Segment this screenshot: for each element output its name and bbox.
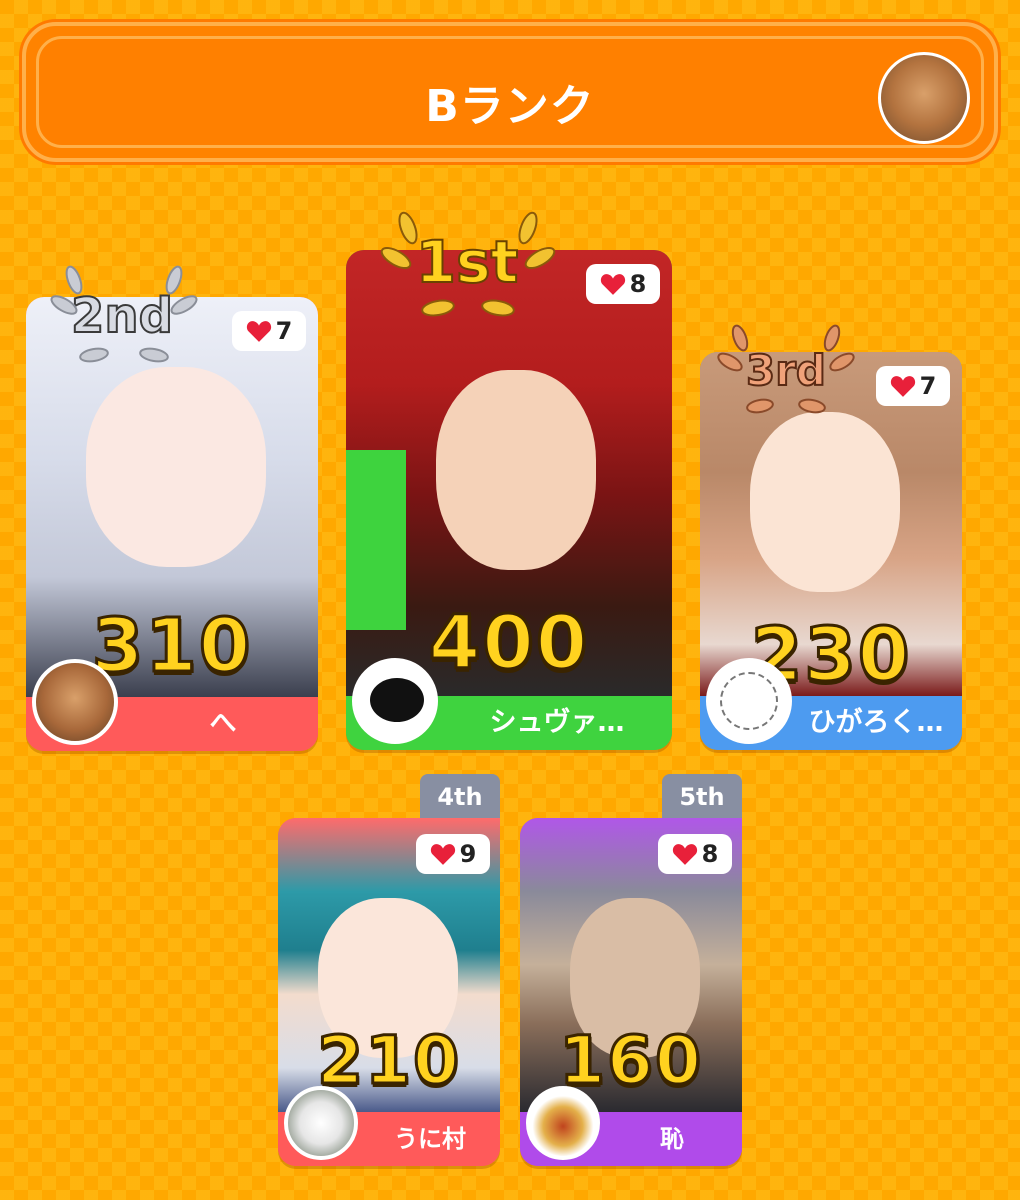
heart-icon — [600, 274, 625, 295]
rank-card-1st[interactable]: 8 400 シュヴァ… — [346, 250, 672, 750]
heart-icon — [246, 321, 271, 342]
like-count: 8 — [629, 270, 647, 298]
user-name[interactable]: うに村 — [368, 1120, 492, 1158]
like-badge[interactable]: 8 — [586, 264, 660, 304]
user-avatar[interactable] — [706, 658, 792, 744]
user-avatar[interactable] — [32, 659, 118, 745]
rank-header: Bランク — [22, 22, 998, 162]
rank-tab-5th: 5th — [662, 774, 742, 820]
like-badge[interactable]: 9 — [416, 834, 490, 874]
user-name[interactable]: ひがろく… — [798, 704, 954, 742]
like-badge[interactable]: 7 — [876, 366, 950, 406]
user-avatar[interactable] — [284, 1086, 358, 1160]
rank-card-4th[interactable]: 9 210 うに村 — [278, 818, 500, 1166]
character-face — [436, 370, 596, 570]
wreath-icon — [720, 672, 778, 730]
user-name[interactable]: へ — [136, 705, 310, 743]
user-avatar[interactable] — [526, 1086, 600, 1160]
like-count: 7 — [275, 317, 293, 345]
silver-laurel-icon — [50, 265, 198, 363]
rank-label-3rd: 3rd — [745, 345, 827, 396]
rank-card-5th[interactable]: 8 160 恥 — [520, 818, 742, 1166]
like-badge[interactable]: 7 — [232, 311, 306, 351]
like-count: 7 — [919, 372, 937, 400]
rank-label-1st: 1st — [415, 227, 520, 297]
rank-tab-4th: 4th — [420, 774, 500, 820]
user-name[interactable]: シュヴァ… — [450, 704, 664, 742]
rank-title: Bランク — [425, 81, 595, 132]
like-count: 9 — [459, 840, 477, 868]
like-badge[interactable]: 8 — [658, 834, 732, 874]
character-face — [750, 412, 900, 592]
heart-icon — [890, 376, 915, 397]
heart-icon — [672, 844, 697, 865]
user-name[interactable]: 恥 — [610, 1120, 734, 1158]
like-count: 8 — [701, 840, 719, 868]
character-face — [86, 367, 266, 567]
user-avatar[interactable] — [352, 658, 438, 744]
avatar-mark — [370, 678, 424, 722]
cat-avatar-icon[interactable] — [878, 52, 970, 144]
heart-icon — [430, 844, 455, 865]
